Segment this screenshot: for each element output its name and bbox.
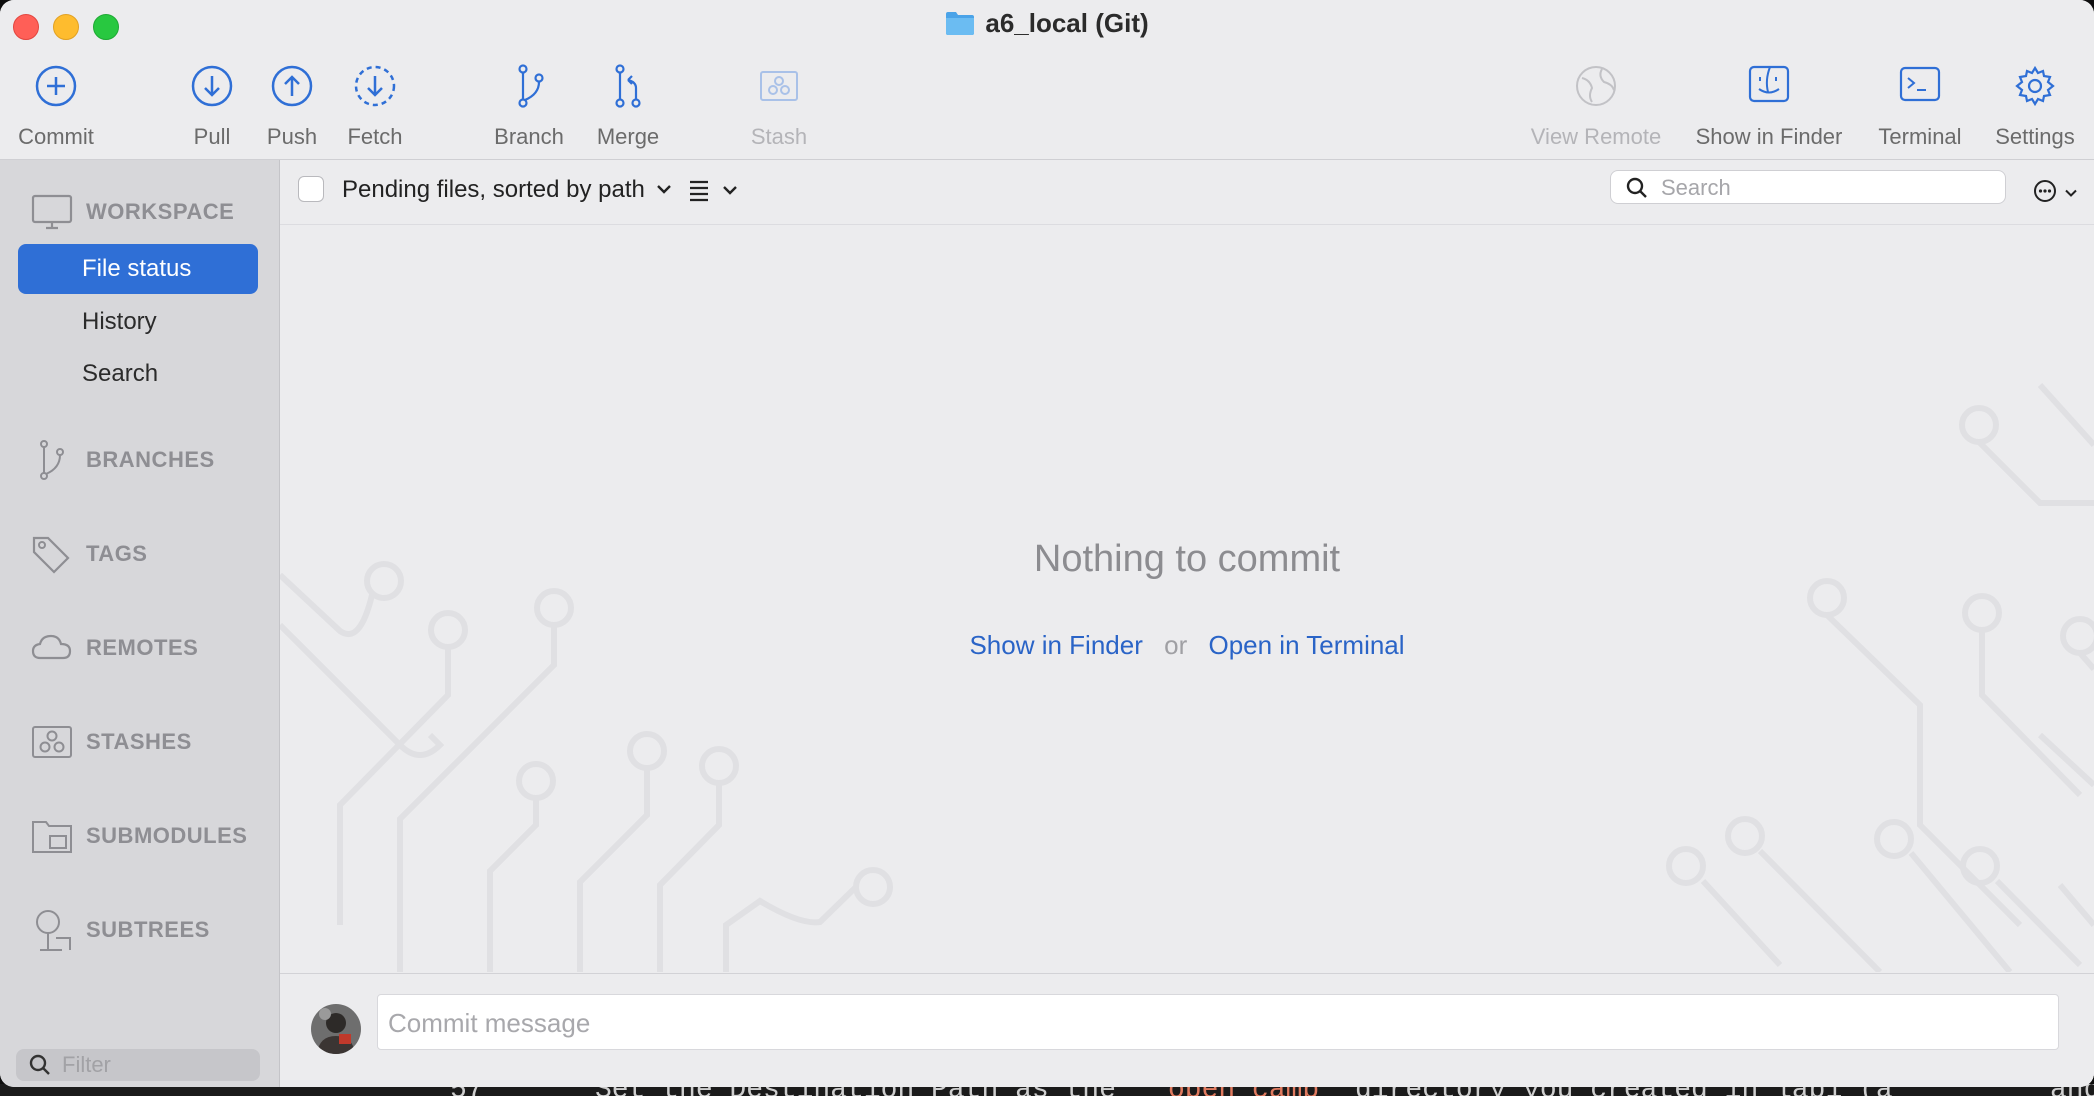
- main-panel: Pending files, sorted by path Search Not…: [280, 160, 2094, 1087]
- merge-button[interactable]: Merge: [592, 60, 664, 150]
- filter-input[interactable]: [60, 1051, 254, 1079]
- avatar: [311, 1004, 361, 1054]
- pull-button[interactable]: Pull: [186, 60, 238, 150]
- sidebar-filter[interactable]: [16, 1049, 260, 1081]
- sidebar-section-workspace[interactable]: WORKSPACE: [30, 190, 234, 234]
- fetch-button[interactable]: Fetch: [344, 60, 406, 150]
- branch-button[interactable]: Branch: [490, 60, 568, 150]
- commit-area: [280, 973, 2094, 1087]
- view-remote-label: View Remote: [1530, 124, 1662, 149]
- pull-label: Pull: [193, 124, 231, 149]
- settings-button[interactable]: Settings: [1990, 60, 2080, 150]
- window-title-text: a6_local (Git): [985, 8, 1149, 38]
- cloud-icon: [31, 634, 72, 660]
- subtrees-label: SUBTREES: [86, 917, 210, 942]
- window-title: a6_local (Git): [0, 8, 2094, 43]
- sidebar-item-history[interactable]: History: [18, 297, 258, 347]
- show-in-finder-link[interactable]: Show in Finder: [969, 630, 1142, 660]
- globe-icon: [1576, 66, 1616, 106]
- terminal-button[interactable]: Terminal: [1872, 60, 1968, 150]
- sidebar-section-remotes[interactable]: REMOTES: [30, 626, 198, 670]
- tree-icon: [36, 910, 71, 951]
- sidebar-section-subtrees[interactable]: SUBTREES: [30, 908, 210, 952]
- finder-icon: [1748, 65, 1790, 103]
- sidebar-section-branches[interactable]: BRANCHES: [30, 438, 215, 482]
- stashes-label: STASHES: [86, 729, 192, 754]
- commit-message-field[interactable]: [377, 994, 2059, 1050]
- chevron-down-icon: [723, 186, 738, 195]
- terminal-label: Terminal: [1878, 124, 1962, 149]
- select-all-checkbox[interactable]: [298, 176, 324, 202]
- commit-icon: [35, 65, 77, 107]
- show-in-finder-label: Show in Finder: [1695, 124, 1843, 149]
- fetch-icon: [354, 65, 396, 107]
- sidebar-item-label: History: [82, 308, 157, 335]
- sidebar-item-search[interactable]: Search: [18, 349, 258, 399]
- search-icon: [29, 1054, 50, 1075]
- branch-icon: [518, 64, 544, 108]
- submodules-label: SUBMODULES: [86, 823, 248, 848]
- sidebar-item-label: File status: [82, 255, 192, 282]
- push-label: Push: [266, 124, 318, 149]
- branches-label: BRANCHES: [86, 447, 215, 472]
- chevron-down-icon: [656, 185, 671, 194]
- chevron-down-icon: [2065, 189, 2078, 197]
- show-in-finder-button[interactable]: Show in Finder: [1690, 60, 1848, 150]
- monitor-icon: [31, 194, 73, 230]
- sidebar-item-label: Search: [82, 360, 159, 387]
- ellipsis-circle-icon: [2034, 180, 2056, 202]
- empty-state-message: Nothing to commit: [1033, 538, 1341, 580]
- folder-icon: [945, 10, 975, 43]
- empty-state-actions: Show in Finder or Open in Terminal: [280, 630, 2094, 661]
- push-button[interactable]: Push: [262, 60, 322, 150]
- view-mode-dropdown[interactable]: [688, 178, 738, 207]
- commit-label: Commit: [18, 124, 94, 149]
- more-options-menu[interactable]: [2032, 178, 2078, 209]
- sidebar: WORKSPACE File status History Search BRA…: [0, 160, 280, 1087]
- app-window: a6_local (Git) Commit Pull Push Fetch Br…: [0, 0, 2094, 1087]
- search-icon: [1626, 177, 1647, 198]
- workspace-label: WORKSPACE: [86, 199, 235, 224]
- remotes-label: REMOTES: [86, 635, 199, 660]
- open-in-terminal-link[interactable]: Open in Terminal: [1208, 630, 1404, 660]
- branch-icon: [40, 440, 64, 480]
- merge-icon: [615, 64, 641, 108]
- sort-dropdown[interactable]: Pending files, sorted by path: [342, 176, 672, 204]
- search-input[interactable]: [1659, 174, 1993, 202]
- sidebar-section-submodules[interactable]: SUBMODULES: [30, 814, 247, 858]
- background-circuit-pattern: [280, 382, 2094, 972]
- stash-icon: [32, 726, 72, 758]
- terminal-icon: [1899, 66, 1941, 102]
- sidebar-section-stashes[interactable]: STASHES: [30, 720, 192, 764]
- toolbar: a6_local (Git) Commit Pull Push Fetch Br…: [0, 0, 2094, 160]
- push-icon: [271, 65, 313, 107]
- pull-icon: [191, 65, 233, 107]
- stash-button[interactable]: Stash: [744, 60, 814, 150]
- sidebar-item-file-status[interactable]: File status: [18, 244, 258, 294]
- settings-label: Settings: [1995, 124, 2075, 149]
- gear-icon: [2015, 65, 2055, 107]
- merge-label: Merge: [596, 124, 660, 149]
- search-field[interactable]: [1610, 170, 2006, 204]
- fetch-label: Fetch: [347, 124, 403, 149]
- or-text: or: [1164, 630, 1188, 660]
- sidebar-section-tags[interactable]: TAGS: [30, 532, 147, 576]
- tag-icon: [32, 536, 70, 574]
- list-icon: [690, 180, 708, 202]
- submodule-icon: [32, 821, 72, 853]
- files-header: Pending files, sorted by path: [280, 160, 2094, 225]
- tags-label: TAGS: [86, 541, 148, 566]
- stash-icon: [760, 71, 798, 101]
- sort-label: Pending files, sorted by path: [342, 176, 645, 203]
- view-remote-button[interactable]: View Remote: [1526, 60, 1666, 150]
- branch-label: Branch: [494, 124, 564, 149]
- commit-button[interactable]: Commit: [16, 60, 96, 150]
- commit-message-input[interactable]: [386, 1007, 1990, 1040]
- stash-label: Stash: [750, 124, 808, 149]
